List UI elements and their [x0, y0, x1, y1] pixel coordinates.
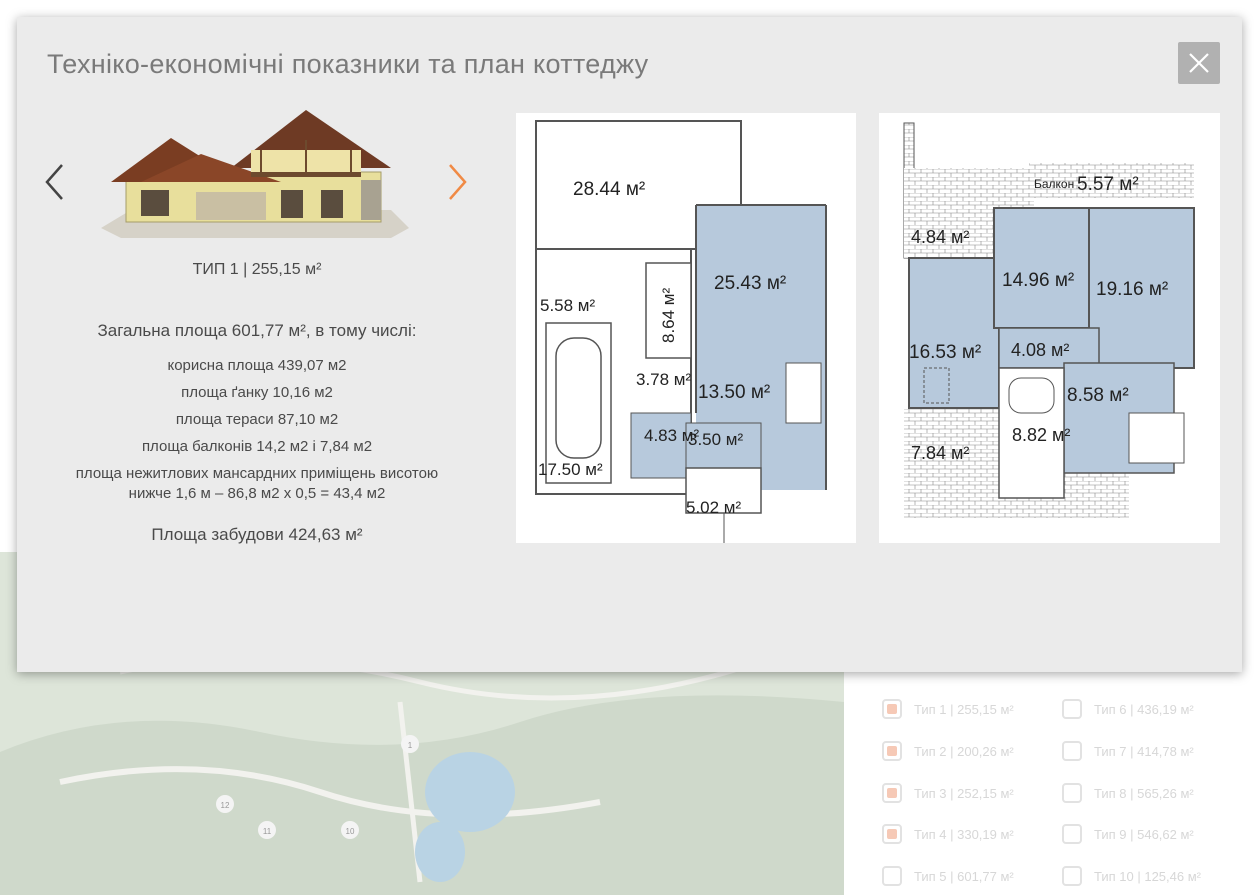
type-filter-label: Тип 10 | 125,46 м²: [1094, 868, 1201, 884]
map-marker-1[interactable]: 1: [408, 741, 413, 750]
type-filter-4[interactable]: Тип 4 | 330,19 м²: [882, 822, 1014, 846]
room-label: 14.96 м²: [1002, 270, 1074, 291]
prev-arrow-button[interactable]: [42, 162, 68, 207]
room-label: 25.43 м²: [714, 273, 786, 294]
map-marker-12[interactable]: 12: [221, 801, 230, 810]
checkbox-type-5[interactable]: [882, 866, 902, 886]
room-label: 7.84 м²: [911, 443, 969, 463]
type-filter-8[interactable]: Тип 8 | 565,26 м²: [1062, 781, 1194, 805]
room-label: 28.44 м²: [573, 179, 645, 200]
floor-plan-attic-drawing: Балкон 5.57 м² 4.84 м² 14.96 м² 19.16 м²…: [903, 122, 1195, 518]
type-filter-label: Тип 9 | 546,62 м²: [1094, 826, 1194, 842]
type-filter-6[interactable]: Тип 6 | 436,19 м²: [1062, 697, 1194, 721]
room-label: 19.16 м²: [1096, 279, 1168, 300]
room-label: 16.53 м²: [909, 342, 981, 363]
type-filter-label: Тип 2 | 200,26 м²: [914, 743, 1014, 759]
spec-useful-area: корисна площа 439,07 м2: [167, 357, 347, 374]
room-label: 5.58 м²: [540, 296, 595, 315]
room-label: 4.08 м²: [1011, 340, 1069, 360]
checkbox-type-3[interactable]: [882, 783, 902, 803]
type-filter-5[interactable]: Тип 5 | 601,77 м²: [882, 864, 1014, 888]
room-label: 5.57 м²: [1077, 174, 1139, 195]
type-filter-label: Тип 1 | 255,15 м²: [914, 701, 1014, 717]
room-label: 17.50 м²: [538, 460, 603, 479]
checkbox-type-1[interactable]: [882, 699, 902, 719]
room-label: 13.50 м²: [698, 382, 770, 403]
spec-porch-area: площа ґанку 10,16 м2: [181, 384, 333, 401]
spec-attic-area: площа нежитлових мансардних приміщень ви…: [75, 465, 439, 502]
close-button[interactable]: [1178, 42, 1220, 84]
room-label: 3.50 м²: [688, 430, 743, 449]
checkbox-type-6[interactable]: [1062, 699, 1082, 719]
type-filter-1[interactable]: Тип 1 | 255,15 м²: [882, 697, 1014, 721]
spec-terrace-area: площа тераси 87,10 м2: [175, 411, 339, 428]
map-marker-10[interactable]: 10: [346, 827, 355, 836]
type-filter-label: Тип 7 | 414,78 м²: [1094, 743, 1194, 759]
room-label: 8.64 м²: [659, 288, 678, 343]
room-label: 3.78 м²: [636, 370, 691, 389]
checkbox-type-9[interactable]: [1062, 824, 1082, 844]
room-label: 4.84 м²: [911, 227, 969, 247]
type-filter-9[interactable]: Тип 9 | 546,62 м²: [1062, 822, 1194, 846]
type-filter-10[interactable]: Тип 10 | 125,46 м²: [1062, 864, 1201, 888]
map-marker-11[interactable]: 11: [263, 827, 272, 836]
checkbox-type-10[interactable]: [1062, 866, 1082, 886]
checkbox-type-8[interactable]: [1062, 783, 1082, 803]
cottage-image: [101, 110, 409, 238]
type-filter-7[interactable]: Тип 7 | 414,78 м²: [1062, 739, 1194, 763]
chevron-right-icon: [449, 164, 467, 200]
floor-plan-ground[interactable]: 28.44 м² 25.43 м² 5.58 м² 8.64 м² 3.78 м…: [516, 113, 856, 543]
building-area: Площа забудови 424,63 м²: [151, 525, 363, 544]
room-label: 5.02 м²: [686, 498, 741, 517]
cottage-details-modal: Техніко-економічні показники та план кот…: [17, 17, 1242, 672]
modal-title: Техніко-економічні показники та план кот…: [47, 49, 649, 79]
spec-balcony-area: площа балконів 14,2 м2 і 7,84 м2: [141, 438, 373, 455]
floor-plan-attic[interactable]: Балкон 5.57 м² 4.84 м² 14.96 м² 19.16 м²…: [879, 113, 1220, 543]
total-area: Загальна площа 601,77 м², в тому числі:: [97, 321, 417, 340]
checkbox-type-2[interactable]: [882, 741, 902, 761]
floor-plan-ground-drawing: 28.44 м² 25.43 м² 5.58 м² 8.64 м² 3.78 м…: [535, 120, 827, 543]
type-filter-label: Тип 3 | 252,15 м²: [914, 785, 1014, 801]
type-filter-2[interactable]: Тип 2 | 200,26 м²: [882, 739, 1014, 763]
cottage-type-caption: ТИП 1 | 255,15 м²: [192, 261, 322, 278]
close-icon: [1189, 53, 1209, 73]
type-filter-label: Тип 8 | 565,26 м²: [1094, 785, 1194, 801]
checkbox-type-7[interactable]: [1062, 741, 1082, 761]
type-filter-label: Тип 5 | 601,77 м²: [914, 868, 1014, 884]
room-label: Балкон: [1034, 177, 1074, 191]
room-label: 8.58 м²: [1067, 385, 1129, 406]
chevron-left-icon: [45, 164, 63, 200]
room-label: 8.82 м²: [1012, 425, 1070, 445]
type-filter-label: Тип 6 | 436,19 м²: [1094, 701, 1194, 717]
type-filter-3[interactable]: Тип 3 | 252,15 м²: [882, 781, 1014, 805]
next-arrow-button[interactable]: [444, 162, 470, 207]
checkbox-type-4[interactable]: [882, 824, 902, 844]
type-filter-label: Тип 4 | 330,19 м²: [914, 826, 1014, 842]
